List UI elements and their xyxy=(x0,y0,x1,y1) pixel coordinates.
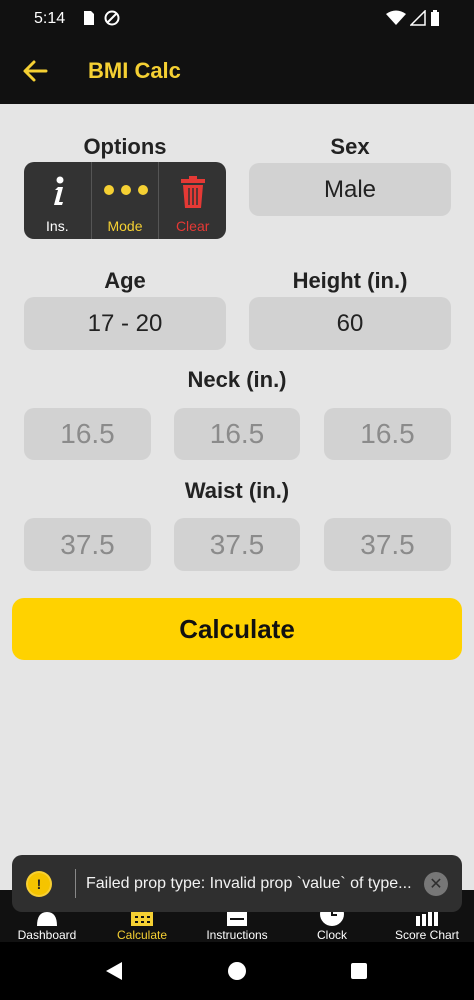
info-icon xyxy=(54,176,64,205)
tab-label: Dashboard xyxy=(17,928,77,942)
wifi-icon xyxy=(386,10,406,25)
neck-label: Neck (in.) xyxy=(187,367,287,392)
instructions-label: Ins. xyxy=(46,218,69,234)
clear-label: Clear xyxy=(175,218,210,234)
more-dots-icon xyxy=(103,185,148,195)
calculate-button[interactable]: Calculate xyxy=(12,598,462,660)
age-select[interactable]: 17 - 20 xyxy=(24,297,226,350)
options-group: Ins. Mode Clear xyxy=(24,162,226,239)
app-bar: BMI Calc xyxy=(0,38,474,104)
page-title: BMI Calc xyxy=(88,58,181,83)
system-nav-bar xyxy=(0,942,474,1000)
mode-label: Mode xyxy=(107,218,143,234)
trash-icon xyxy=(181,176,206,208)
home-circle-icon[interactable] xyxy=(227,961,247,981)
battery-icon xyxy=(431,10,439,26)
height-input[interactable]: 60 xyxy=(249,297,451,350)
waist-label: Waist (in.) xyxy=(184,478,290,503)
neck-input-3[interactable]: 16.5 xyxy=(324,408,451,460)
warning-toast[interactable]: ! Failed prop type: Invalid prop `value`… xyxy=(12,855,462,912)
age-label: Age xyxy=(104,268,146,293)
waist-input-3[interactable]: 37.5 xyxy=(324,518,451,571)
clear-button[interactable]: Clear xyxy=(159,162,226,239)
sd-card-icon xyxy=(84,11,94,25)
recents-square-icon[interactable] xyxy=(350,962,368,980)
tab-label: Score Chart xyxy=(394,928,460,942)
waist-input-2[interactable]: 37.5 xyxy=(174,518,300,571)
no-disturb-icon xyxy=(104,10,120,26)
warning-icon: ! xyxy=(26,871,52,897)
instructions-button[interactable]: Ins. xyxy=(24,162,92,239)
toast-message: Failed prop type: Invalid prop `value` o… xyxy=(86,875,412,892)
tab-label: Instructions xyxy=(206,928,268,942)
signal-icon xyxy=(410,10,426,26)
status-time: 5:14 xyxy=(34,10,66,27)
sex-label: Sex xyxy=(330,134,370,159)
back-triangle-icon[interactable] xyxy=(104,961,124,981)
sex-select[interactable]: Male xyxy=(249,163,451,216)
tab-label: Clock xyxy=(316,928,347,942)
neck-input-2[interactable]: 16.5 xyxy=(174,408,300,460)
height-label: Height (in.) xyxy=(292,268,408,293)
waist-input-1[interactable]: 37.5 xyxy=(24,518,151,571)
status-bar: 5:14 xyxy=(0,0,474,38)
mode-button[interactable]: Mode xyxy=(92,162,160,239)
toast-divider xyxy=(75,869,76,898)
back-arrow-icon[interactable] xyxy=(20,56,50,86)
tab-label: Calculate xyxy=(116,928,168,942)
neck-input-1[interactable]: 16.5 xyxy=(24,408,151,460)
close-icon[interactable]: ✕ xyxy=(424,872,448,896)
options-label: Options xyxy=(83,134,167,159)
